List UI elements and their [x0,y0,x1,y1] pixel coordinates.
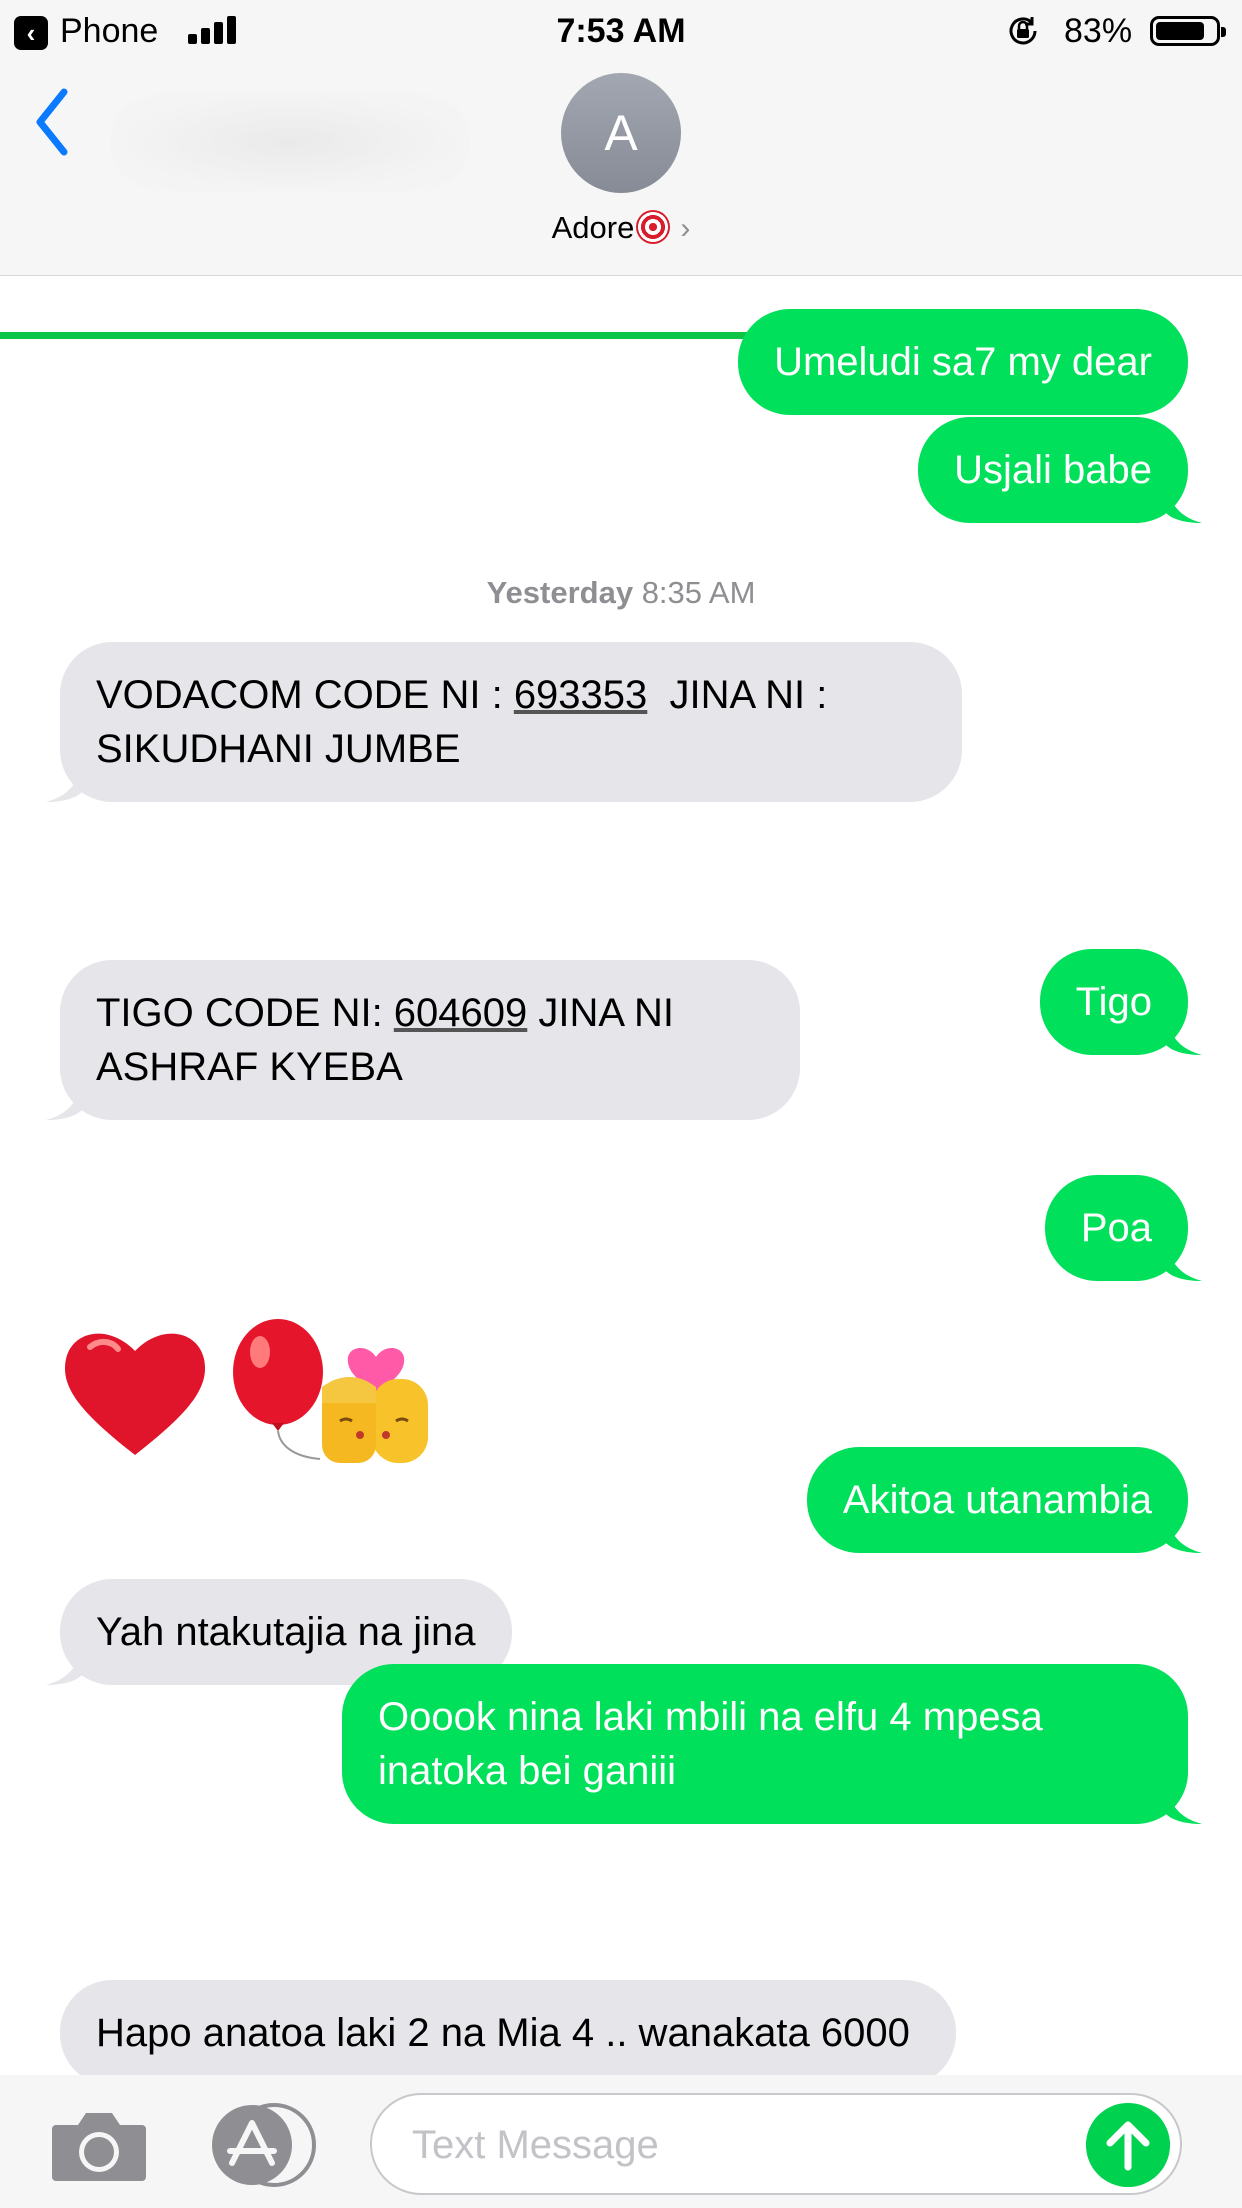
kiss-couple-icon [322,1347,428,1463]
message-bubble-outgoing[interactable]: Ooook nina laki mbili na elfu 4 mpesa in… [342,1664,1202,1824]
message-thread[interactable]: Umeludi sa7 my dear Usjali babe Yesterda… [0,277,1242,2075]
message-text: Umeludi sa7 my dear [774,340,1152,384]
payment-code-link[interactable]: 604609 [394,991,527,1035]
status-bar: ‹ Phone 7:53 AM 83% [0,0,1242,62]
send-button[interactable] [1086,2103,1170,2187]
red-heart-icon [64,1333,206,1455]
battery-icon [1150,16,1226,46]
camera-icon[interactable] [50,2109,148,2183]
message-bubble-incoming[interactable]: Hapo anatoa laki 2 na Mia 4 .. wanakata … [60,1980,956,2075]
message-text: Poa [1080,1206,1152,1250]
message-text: Akitoa utanambia [842,1478,1152,1522]
bubble-tail [1166,1784,1202,1824]
conversation-header: A Adore › [0,62,1242,339]
bubble-tail [1166,1513,1202,1553]
message-input[interactable] [412,2117,1052,2173]
message-text: TIGO CODE NI: [96,991,394,1035]
timestamp-time: 8:35 AM [641,575,756,610]
message-bubble-outgoing[interactable]: Umeludi sa7 my dear [738,309,1188,415]
payment-code-link[interactable]: 693353 [514,673,647,717]
timestamp-day: Yesterday [486,575,634,610]
message-text: Usjali babe [954,448,1152,492]
message-text: Hapo anatoa laki 2 na Mia 4 .. wanakata … [96,2011,910,2055]
message-bubble-outgoing[interactable]: Poa [1044,1175,1202,1281]
status-time: 7:53 AM [556,12,686,50]
bubble-tail [1166,1015,1202,1055]
contact-name-row[interactable]: Adore › [0,210,1242,246]
compose-bar [0,2075,1242,2208]
battery-percent: 83% [1064,12,1133,50]
balloon-icon [233,1319,323,1460]
contact-avatar[interactable]: A [561,73,681,193]
back-chevron-icon[interactable] [28,82,78,162]
message-field[interactable] [370,2093,1182,2195]
message-bubble-incoming[interactable]: VODACOM CODE NI : 693353 JINA NI : SIKUD… [46,642,962,802]
chevron-right-icon: › [680,212,691,245]
message-bubble-outgoing[interactable]: Usjali babe [918,417,1202,523]
bubble-tail [1166,1241,1202,1281]
message-bubble-outgoing[interactable]: Tigo [1039,949,1202,1055]
emoji-message[interactable] [60,1317,540,1467]
bubble-tail [46,1080,82,1120]
message-text: VODACOM CODE NI : [96,673,514,717]
contact-name: Adore [551,210,635,245]
bubble-tail [1166,483,1202,523]
dart-icon [636,210,671,244]
orientation-lock-icon [1009,17,1037,45]
message-bubble-outgoing[interactable]: Akitoa utanambia [806,1447,1202,1553]
message-bubble-incoming[interactable]: TIGO CODE NI: 604609 JINA NI ASHRAF KYEB… [46,960,800,1120]
bubble-tail [46,1645,82,1685]
message-text: Ooook nina laki mbili na elfu 4 mpesa in… [378,1695,1043,1793]
bubble-tail [46,762,82,802]
message-text: Yah ntakutajia na jina [96,1610,476,1654]
message-text: Tigo [1075,980,1152,1024]
blurred-area [110,92,470,192]
timestamp: Yesterday 8:35 AM [0,575,1242,611]
app-store-icon[interactable] [210,2103,320,2187]
